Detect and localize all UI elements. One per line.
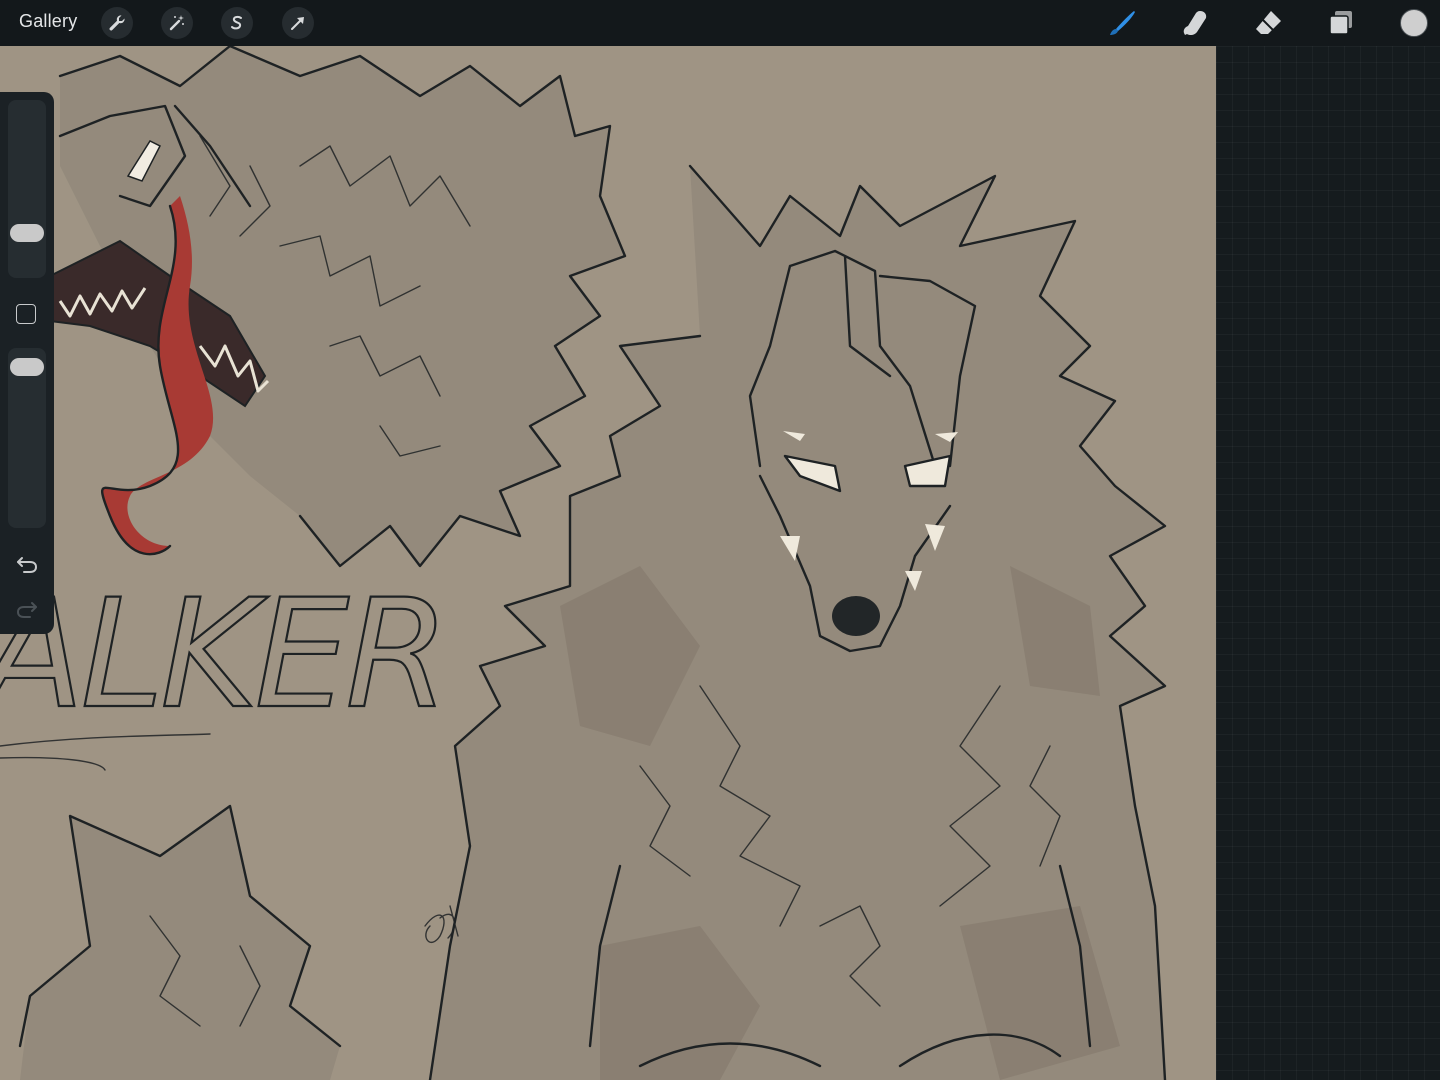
gallery-button[interactable]: Gallery bbox=[19, 11, 77, 32]
eraser-icon bbox=[1256, 11, 1281, 34]
handwritten-title: ALKER bbox=[0, 567, 451, 771]
redo-button[interactable] bbox=[13, 595, 41, 623]
procreate-app: ALKER Gallery bbox=[0, 0, 1440, 1080]
eraser-tool-button[interactable] bbox=[1252, 7, 1284, 39]
arrow-cursor-icon bbox=[291, 17, 304, 30]
magic-wand-icon bbox=[169, 15, 184, 31]
left-sidebar bbox=[0, 92, 54, 634]
square-modify-icon[interactable] bbox=[16, 304, 36, 324]
drawing-canvas[interactable]: ALKER bbox=[0, 46, 1216, 1080]
opacity-slider-thumb[interactable] bbox=[10, 357, 44, 376]
undo-button[interactable] bbox=[13, 550, 41, 578]
brush-icon bbox=[1110, 11, 1135, 35]
top-toolbar: Gallery bbox=[0, 0, 1440, 46]
transform-button[interactable] bbox=[282, 7, 314, 39]
actions-button[interactable] bbox=[101, 7, 133, 39]
handwritten-text: ALKER bbox=[0, 568, 446, 742]
artwork: ALKER bbox=[0, 46, 1216, 1080]
brush-size-slider-thumb[interactable] bbox=[10, 223, 44, 242]
adjustments-button[interactable] bbox=[161, 7, 193, 39]
selection-s-icon bbox=[231, 15, 242, 30]
layers-icon bbox=[1329, 11, 1352, 35]
color-picker-swatch[interactable] bbox=[1400, 9, 1428, 37]
brush-tool-button[interactable] bbox=[1106, 7, 1138, 39]
smudge-tool-button[interactable] bbox=[1179, 7, 1211, 39]
undo-arrow-icon bbox=[17, 557, 38, 573]
brush-size-slider[interactable] bbox=[8, 100, 46, 278]
layers-button[interactable] bbox=[1325, 7, 1357, 39]
opacity-slider[interactable] bbox=[8, 348, 46, 528]
redo-arrow-icon bbox=[16, 602, 37, 618]
selection-button[interactable] bbox=[221, 7, 253, 39]
wrench-icon bbox=[109, 15, 125, 31]
smudge-finger-icon bbox=[1183, 11, 1207, 36]
